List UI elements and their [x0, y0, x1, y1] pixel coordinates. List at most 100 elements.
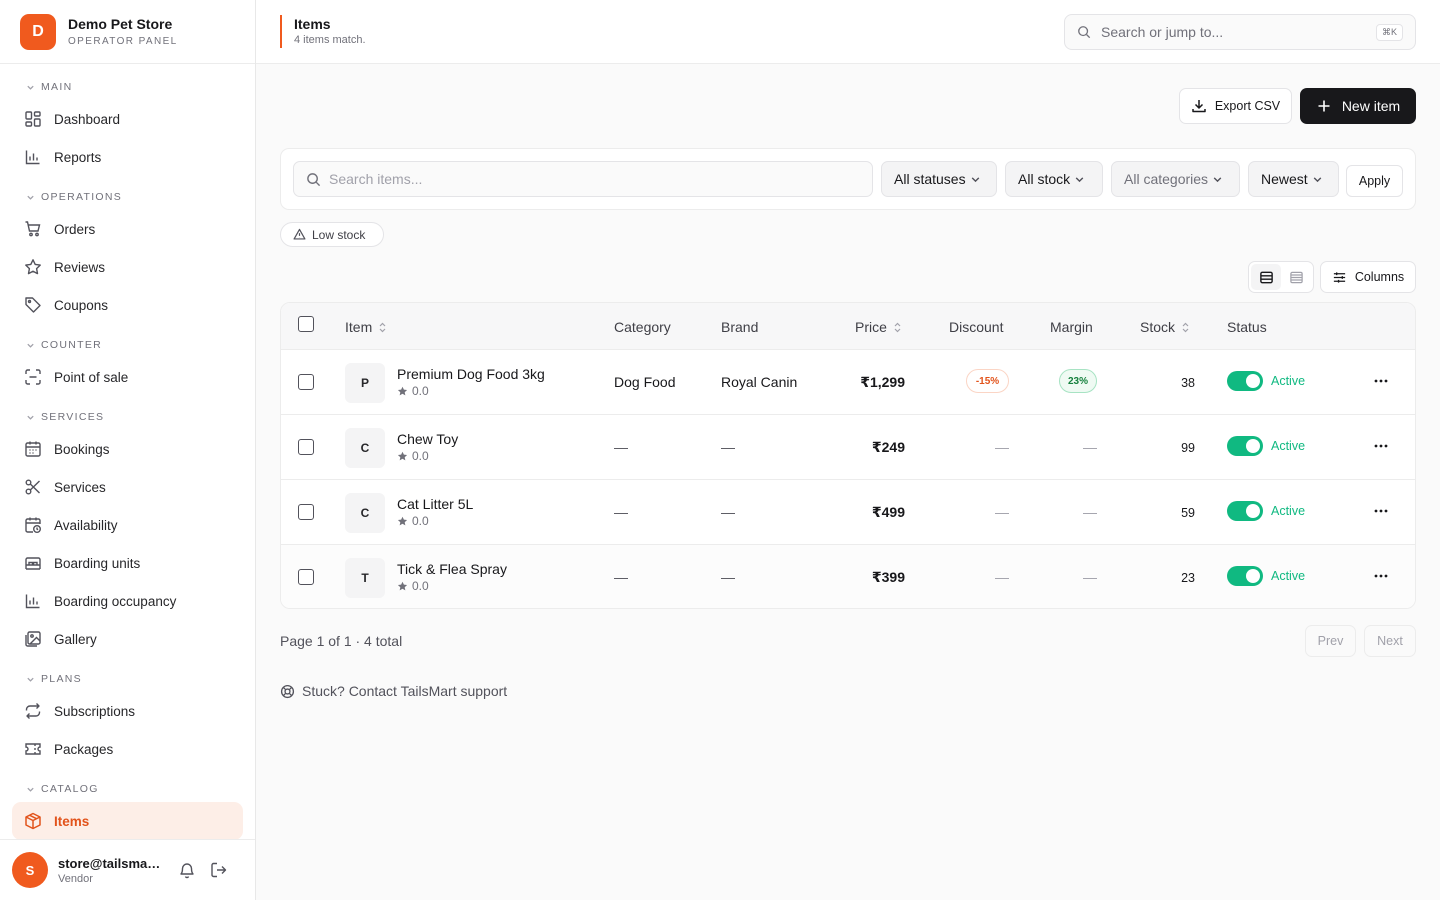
- sidebar-item-label: Reviews: [54, 259, 106, 275]
- sidebar-item-label: Point of sale: [54, 369, 129, 385]
- row-checkbox[interactable]: [298, 374, 314, 390]
- item-brand: Royal Canin: [721, 374, 798, 390]
- table-row[interactable]: P Premium Dog Food 3kg 0.0 Dog Food Roya…: [281, 350, 1415, 415]
- sidebar-item-point-of-sale[interactable]: Point of sale: [0, 358, 243, 396]
- item-name[interactable]: Premium Dog Food 3kg: [397, 366, 545, 382]
- section-operations[interactable]: OPERATIONS: [0, 184, 255, 210]
- more-options-icon[interactable]: [1373, 372, 1389, 390]
- compact-view-button[interactable]: [1281, 264, 1311, 290]
- category-filter[interactable]: All categories: [1111, 161, 1240, 197]
- column-label: Item: [345, 319, 373, 335]
- user-role: Vendor: [58, 872, 93, 885]
- section-counter[interactable]: COUNTER: [0, 332, 255, 358]
- section-plans[interactable]: PLANS: [0, 666, 255, 692]
- star-icon: [397, 581, 408, 590]
- columns-button[interactable]: Columns: [1320, 261, 1416, 293]
- sidebar-item-services[interactable]: Services: [0, 468, 243, 506]
- rows-icon: [1259, 271, 1273, 283]
- comfortable-view-button[interactable]: [1251, 264, 1281, 290]
- cart-icon: [25, 221, 41, 237]
- stock-filter-value: All stock: [1018, 171, 1071, 187]
- box-icon: [25, 812, 41, 830]
- item-discount: —: [995, 504, 1009, 520]
- chevron-down-icon: [27, 787, 34, 792]
- item-search[interactable]: [293, 161, 873, 197]
- support-text: Stuck? Contact TailsMart support: [302, 683, 508, 699]
- column-stock[interactable]: Stock: [1140, 319, 1190, 335]
- export-csv-button[interactable]: Export CSV: [1179, 88, 1292, 124]
- column-item[interactable]: Item: [345, 319, 387, 335]
- stock-filter[interactable]: All stock: [1005, 161, 1103, 197]
- more-options-icon[interactable]: [1373, 567, 1389, 585]
- more-options-icon[interactable]: [1373, 437, 1389, 455]
- new-item-label: New item: [1341, 98, 1401, 114]
- low-stock-chip[interactable]: Low stock: [280, 222, 384, 247]
- item-margin: —: [1083, 504, 1097, 520]
- item-name[interactable]: Tick & Flea Spray: [397, 561, 507, 577]
- sidebar-item-label: Dashboard: [54, 111, 121, 127]
- section-title: COUNTER: [41, 339, 103, 351]
- support-link[interactable]: Stuck? Contact TailsMart support: [280, 683, 507, 699]
- item-name[interactable]: Chew Toy: [397, 431, 458, 447]
- column-price[interactable]: Price: [855, 319, 902, 335]
- sidebar-item-availability[interactable]: Availability: [0, 506, 243, 544]
- row-checkbox[interactable]: [298, 569, 314, 585]
- sidebar-item-packages[interactable]: Packages: [0, 730, 243, 768]
- grid-icon: [25, 111, 41, 127]
- sidebar-item-label: Services: [54, 479, 106, 495]
- bell-icon[interactable]: [178, 861, 196, 879]
- sidebar-item-boarding-occupancy[interactable]: Boarding occupancy: [0, 582, 243, 620]
- sort-select[interactable]: Newest: [1248, 161, 1339, 197]
- status-toggle[interactable]: [1227, 371, 1263, 391]
- sidebar-item-orders[interactable]: Orders: [0, 210, 243, 248]
- item-name[interactable]: Cat Litter 5L: [397, 496, 473, 512]
- sidebar-item-boarding-units[interactable]: Boarding units: [0, 544, 243, 582]
- calendar-clock-icon: [25, 517, 41, 533]
- repeat-icon: [25, 703, 41, 719]
- next-page-button[interactable]: Next: [1364, 625, 1416, 657]
- sidebar-item-bookings[interactable]: Bookings: [0, 430, 243, 468]
- section-main[interactable]: MAIN: [0, 74, 255, 100]
- new-item-button[interactable]: New item: [1300, 88, 1416, 124]
- sidebar-item-reports[interactable]: Reports: [0, 138, 243, 176]
- section-services[interactable]: SERVICES: [0, 404, 255, 430]
- column-status: Status: [1227, 319, 1267, 335]
- item-search-input[interactable]: [329, 171, 829, 187]
- status-toggle[interactable]: [1227, 436, 1263, 456]
- select-all-checkbox[interactable]: [298, 316, 314, 332]
- item-stock: 23: [1181, 571, 1195, 585]
- topbar: Items 4 items match. ⌘K: [256, 0, 1440, 64]
- status-toggle[interactable]: [1227, 566, 1263, 586]
- sidebar-item-label: Items: [54, 813, 90, 829]
- logout-icon[interactable]: [210, 861, 228, 879]
- column-margin: Margin: [1050, 319, 1093, 335]
- status-filter[interactable]: All statuses: [881, 161, 997, 197]
- item-rating: 0.0: [397, 579, 429, 593]
- global-search[interactable]: ⌘K: [1064, 14, 1416, 50]
- download-icon: [1192, 100, 1206, 113]
- sidebar-item-gallery[interactable]: Gallery: [0, 620, 243, 658]
- section-title: CATALOG: [41, 783, 99, 795]
- row-checkbox[interactable]: [298, 439, 314, 455]
- sidebar-item-reviews[interactable]: Reviews: [0, 248, 243, 286]
- row-checkbox[interactable]: [298, 504, 314, 520]
- status-label: Active: [1271, 439, 1306, 453]
- table-row[interactable]: C Chew Toy 0.0 — — ₹249 — — 99 Active: [281, 415, 1415, 480]
- prev-page-button[interactable]: Prev: [1305, 625, 1356, 657]
- table-row[interactable]: C Cat Litter 5L 0.0 — — ₹499 — — 59 Acti…: [281, 480, 1415, 545]
- sidebar-item-coupons[interactable]: Coupons: [0, 286, 243, 324]
- item-category: —: [614, 569, 628, 585]
- table-row[interactable]: T Tick & Flea Spray 0.0 — — ₹399 — — 23 …: [281, 545, 1415, 608]
- sidebar-item-subscriptions[interactable]: Subscriptions: [0, 692, 243, 730]
- apply-button[interactable]: Apply: [1346, 165, 1403, 197]
- item-discount: —: [995, 439, 1009, 455]
- sidebar-item-items[interactable]: Items: [12, 802, 243, 840]
- sidebar-item-dashboard[interactable]: Dashboard: [0, 100, 243, 138]
- more-options-icon[interactable]: [1373, 502, 1389, 520]
- status-toggle[interactable]: [1227, 501, 1263, 521]
- margin-badge: 23%: [1059, 369, 1097, 393]
- section-catalog[interactable]: CATALOG: [0, 776, 255, 802]
- global-search-input[interactable]: [1101, 24, 1361, 40]
- sort-icon: [379, 322, 386, 332]
- avatar[interactable]: S: [12, 852, 48, 888]
